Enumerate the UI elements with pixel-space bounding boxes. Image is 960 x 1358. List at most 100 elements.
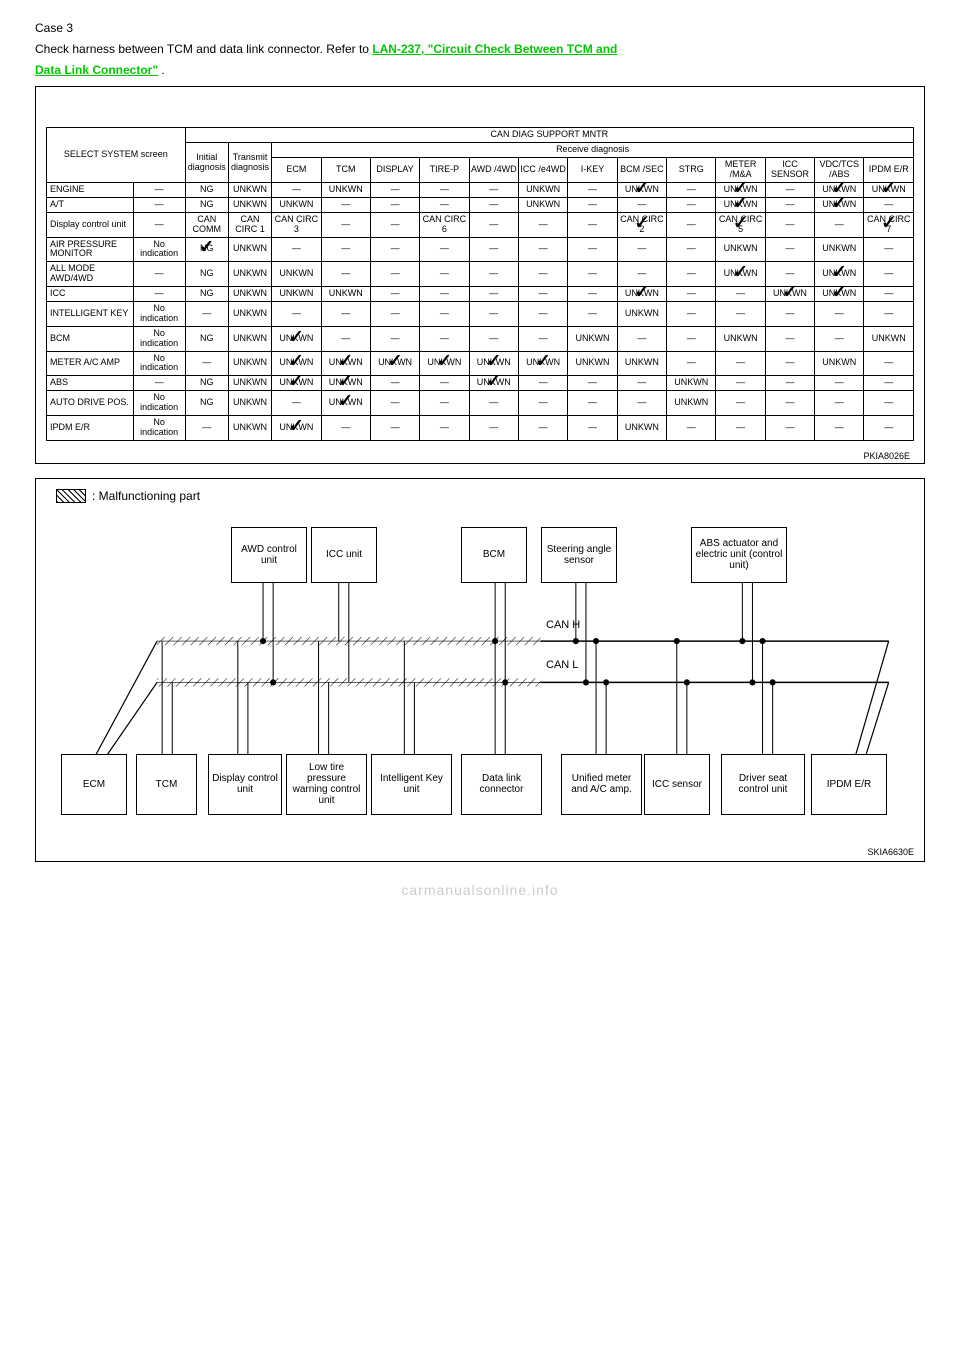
table-cell: CAN CIRC 7 — [864, 212, 914, 237]
table-cell: NG — [185, 287, 228, 302]
table-cell: — — [765, 415, 814, 440]
table-cell: — — [518, 415, 567, 440]
table-cell: UNKWN — [228, 326, 271, 351]
row-label: Display control unit — [47, 212, 134, 237]
diag-table-figure: SELECT SYSTEM screen CAN DIAG SUPPORT MN… — [35, 86, 925, 463]
table-cell: — — [469, 415, 518, 440]
table-cell: UNKWN — [815, 351, 864, 376]
table-cell: UNKWN — [370, 351, 419, 376]
table-cell: UNKWN — [518, 182, 567, 197]
diagram-block: BCM — [461, 527, 527, 583]
table-cell: — — [765, 182, 814, 197]
diagram-partno: SKIA6630E — [867, 837, 918, 859]
table-cell: UNKWN — [568, 326, 617, 351]
table-cell: — — [667, 351, 716, 376]
table-row: AIR PRESSURE MONITORNo indicationNGUNKWN… — [47, 237, 914, 262]
table-cell: — — [185, 351, 228, 376]
table-cell: — — [864, 301, 914, 326]
table-cell: — — [765, 326, 814, 351]
row-label: ICC — [47, 287, 134, 302]
table-cell: UNKWN — [469, 376, 518, 391]
table-cell: — — [765, 197, 814, 212]
table-cell: — — [370, 287, 419, 302]
table-row: Display control unit—CAN COMMCAN CIRC 1C… — [47, 212, 914, 237]
table-cell: — — [667, 326, 716, 351]
table-cell: — — [321, 301, 370, 326]
table-cell: UNKWN — [228, 182, 271, 197]
table-cell: — — [518, 376, 567, 391]
diagram-block: Intelligent Key unit — [371, 754, 452, 815]
table-cell: — — [568, 182, 617, 197]
row-label: ENGINE — [47, 182, 134, 197]
table-cell: — — [272, 182, 321, 197]
diagram-block: TCM — [136, 754, 197, 815]
table-cell: — — [185, 301, 228, 326]
table-cell: — — [568, 391, 617, 416]
table-cell: — — [667, 212, 716, 237]
table-cell: UNKWN — [420, 351, 469, 376]
table-cell: — — [370, 262, 419, 287]
table-cell: — — [667, 301, 716, 326]
diagram-block: Unified meter and A/C amp. — [561, 754, 642, 815]
hatch-swatch — [56, 489, 86, 503]
table-cell: — — [370, 415, 419, 440]
table-cell: UNKWN — [228, 391, 271, 416]
table-row: A/T—NGUNKWNUNKWN————UNKWN———UNKWN—UNKWN— — [47, 197, 914, 212]
table-cell: — — [272, 237, 321, 262]
table-partno: PKIA8026E — [46, 441, 914, 463]
table-row: AUTO DRIVE POS.No indicationNGUNKWN—UNKW… — [47, 391, 914, 416]
table-cell: — — [815, 212, 864, 237]
table-cell: — — [469, 197, 518, 212]
link-lan237-b[interactable]: Data Link Connector" — [35, 63, 158, 77]
table-cell: — — [370, 237, 419, 262]
table-cell: — — [420, 237, 469, 262]
table-cell: UNKWN — [321, 182, 370, 197]
table-cell: — — [469, 182, 518, 197]
table-cell: No indication — [133, 415, 185, 440]
table-cell: — — [716, 415, 765, 440]
diagram-block: Display control unit — [208, 754, 282, 815]
table-cell: — — [469, 391, 518, 416]
period: . — [158, 63, 165, 77]
table-cell: UNKWN — [617, 182, 666, 197]
th-main: CAN DIAG SUPPORT MNTR — [185, 128, 913, 143]
table-cell: — — [716, 391, 765, 416]
table-cell: — — [518, 326, 567, 351]
table-cell: — — [420, 391, 469, 416]
table-cell: — — [617, 326, 666, 351]
row-label: AIR PRESSURE MONITOR — [47, 237, 134, 262]
table-cell: NG — [185, 376, 228, 391]
table-cell: — — [765, 237, 814, 262]
table-cell: No indication — [133, 391, 185, 416]
th-col: STRG — [667, 158, 716, 183]
table-cell: — — [667, 237, 716, 262]
link-lan237-a[interactable]: LAN-237, "Circuit Check Between TCM and — [372, 42, 617, 56]
table-cell: UNKWN — [228, 376, 271, 391]
th-receive: Receive diagnosis — [272, 143, 914, 158]
table-cell: — — [667, 415, 716, 440]
table-cell: UNKWN — [321, 391, 370, 416]
case-heading: Case 3 — [35, 21, 73, 35]
table-cell: UNKWN — [272, 197, 321, 212]
table-cell: — — [815, 415, 864, 440]
table-cell: — — [568, 287, 617, 302]
row-label: IPDM E/R — [47, 415, 134, 440]
table-cell: — — [617, 391, 666, 416]
table-cell: — — [370, 212, 419, 237]
table-cell: — — [321, 237, 370, 262]
table-cell: — — [133, 287, 185, 302]
table-cell: — — [133, 212, 185, 237]
table-cell: — — [272, 391, 321, 416]
hatch-legend: : Malfunctioning part — [56, 489, 200, 503]
table-cell: UNKWN — [228, 262, 271, 287]
table-cell: NG — [185, 262, 228, 287]
diagram-figure: : Malfunctioning part — [35, 478, 925, 862]
table-cell: — — [133, 197, 185, 212]
th-col: DISPLAY — [370, 158, 419, 183]
table-cell: No indication — [133, 326, 185, 351]
table-cell: — — [568, 376, 617, 391]
table-cell: CAN COMM — [185, 212, 228, 237]
table-cell: — — [370, 197, 419, 212]
table-cell: UNKWN — [667, 391, 716, 416]
table-cell: — — [518, 212, 567, 237]
